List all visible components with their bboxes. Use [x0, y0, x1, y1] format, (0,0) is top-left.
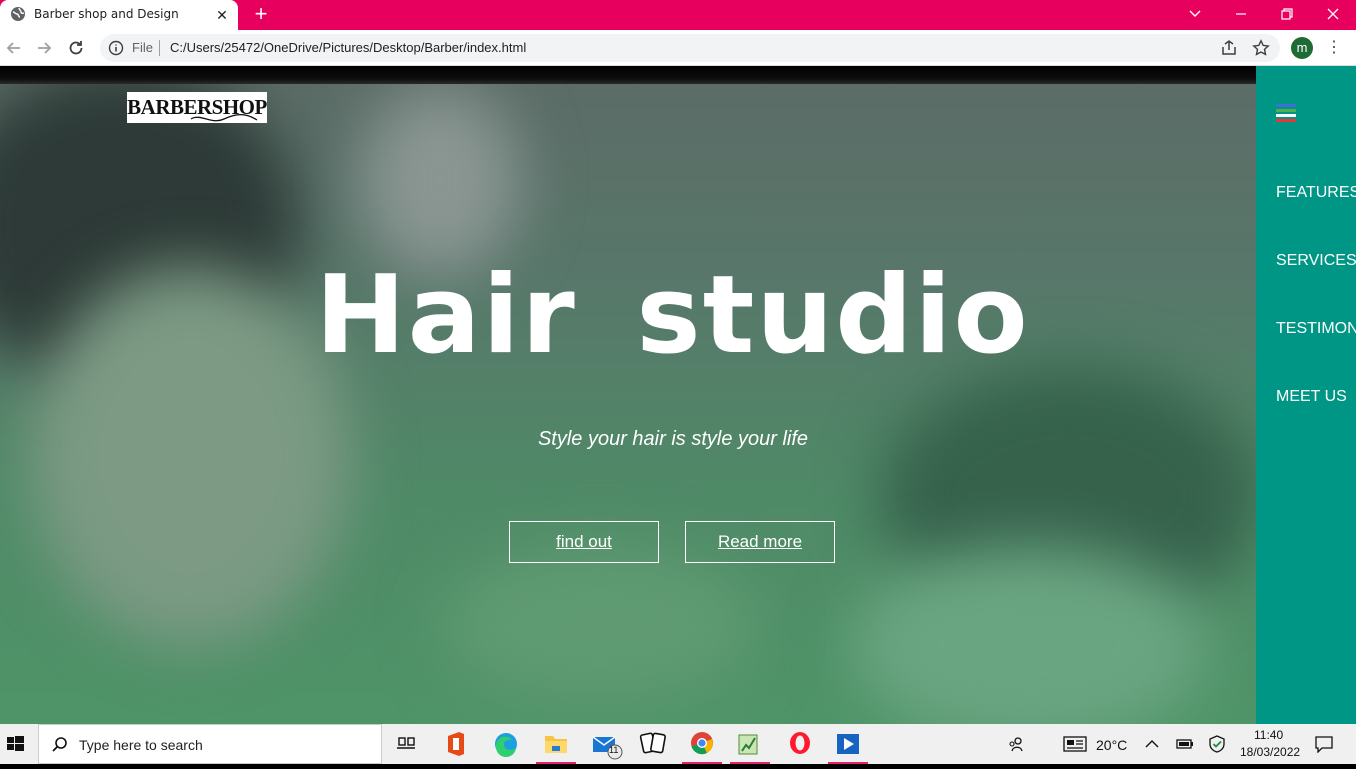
task-view-icon[interactable]	[382, 724, 430, 764]
globe-icon	[11, 7, 25, 21]
logo-swash-icon	[190, 114, 258, 122]
clock-time[interactable]: 11:40	[1254, 728, 1283, 742]
restore-icon[interactable]	[1264, 0, 1310, 30]
hero-title: Hair studio	[315, 253, 1030, 378]
mail-icon[interactable]: 11	[582, 724, 630, 764]
hero-subtitle: Style your hair is style your life	[537, 428, 809, 450]
clock-date[interactable]: 18/03/2022	[1240, 745, 1300, 759]
tab-close-icon[interactable]: ✕	[214, 7, 230, 23]
info-icon[interactable]	[108, 40, 124, 56]
omnibox-divider	[159, 40, 160, 56]
news-weather-icon[interactable]	[1063, 736, 1087, 752]
solitaire-icon[interactable]	[630, 724, 678, 764]
find-out-button[interactable]: find out	[509, 521, 659, 563]
new-tab-button[interactable]: +	[250, 3, 272, 25]
office-icon[interactable]	[432, 724, 480, 764]
media-player-icon[interactable]	[824, 724, 872, 764]
browser-toolbar: File C:/Users/25472/OneDrive/Pictures/De…	[0, 30, 1356, 66]
bookmark-star-icon[interactable]	[1252, 39, 1270, 57]
notification-icon[interactable]	[1314, 735, 1334, 753]
nav-features[interactable]: FEATURES	[1276, 184, 1356, 202]
background-shape	[440, 546, 760, 706]
temperature-text[interactable]: 20°C	[1096, 737, 1127, 753]
barbershop-logo[interactable]: BARBERSHOP	[127, 92, 267, 123]
tab-title: Barber shop and Design	[34, 7, 179, 21]
search-placeholder: Type here to search	[79, 737, 203, 753]
nav-services[interactable]: SERVICES	[1276, 252, 1356, 270]
minimize-icon[interactable]	[1218, 0, 1264, 30]
scheme-label: File	[132, 40, 153, 55]
nav-meet-us[interactable]: MEET US	[1276, 388, 1347, 406]
background-shape	[360, 86, 520, 276]
hero-top-band	[0, 66, 1256, 84]
windows-taskbar: Type here to search 11 20°C 11:40 18/03/…	[0, 724, 1356, 764]
edge-icon[interactable]	[482, 724, 530, 764]
mail-badge: 11	[609, 745, 619, 755]
page-viewport: BARBERSHOP Hair studio Style your hair i…	[0, 66, 1356, 724]
back-arrow-icon[interactable]	[4, 38, 24, 58]
kebab-menu-icon[interactable]: ⋮	[1326, 38, 1342, 58]
reload-icon[interactable]	[66, 38, 86, 58]
address-bar[interactable]: File C:/Users/25472/OneDrive/Pictures/De…	[100, 34, 1280, 62]
search-icon	[52, 737, 67, 752]
browser-tab[interactable]: Barber shop and Design ✕	[0, 0, 238, 30]
tab-search-icon[interactable]	[1172, 0, 1218, 30]
battery-icon[interactable]	[1175, 737, 1195, 751]
opera-icon[interactable]	[776, 724, 824, 764]
hero-section: BARBERSHOP Hair studio Style your hair i…	[0, 66, 1256, 724]
url-text[interactable]: C:/Users/25472/OneDrive/Pictures/Desktop…	[170, 40, 526, 55]
defender-icon[interactable]	[1208, 735, 1226, 753]
people-icon[interactable]	[1008, 735, 1026, 753]
chrome-icon[interactable]	[678, 724, 726, 764]
tab-strip: Barber shop and Design ✕ +	[0, 0, 1356, 30]
side-navigation: FEATURES SERVICES TESTIMONIALS MEET US	[1256, 66, 1356, 724]
file-explorer-icon[interactable]	[532, 724, 580, 764]
hamburger-menu-icon[interactable]	[1276, 103, 1296, 123]
windows-start-icon[interactable]	[0, 724, 38, 764]
share-icon[interactable]	[1220, 39, 1238, 57]
close-window-icon[interactable]	[1310, 0, 1356, 30]
chevron-up-icon[interactable]	[1145, 738, 1159, 750]
profile-avatar[interactable]: m	[1291, 37, 1313, 59]
nav-testimonials[interactable]: TESTIMONIALS	[1276, 320, 1356, 338]
taskbar-search-box[interactable]: Type here to search	[38, 724, 382, 764]
read-more-button[interactable]: Read more	[685, 521, 835, 563]
notepad-plus-icon[interactable]	[726, 724, 774, 764]
forward-arrow-icon[interactable]	[34, 38, 54, 58]
